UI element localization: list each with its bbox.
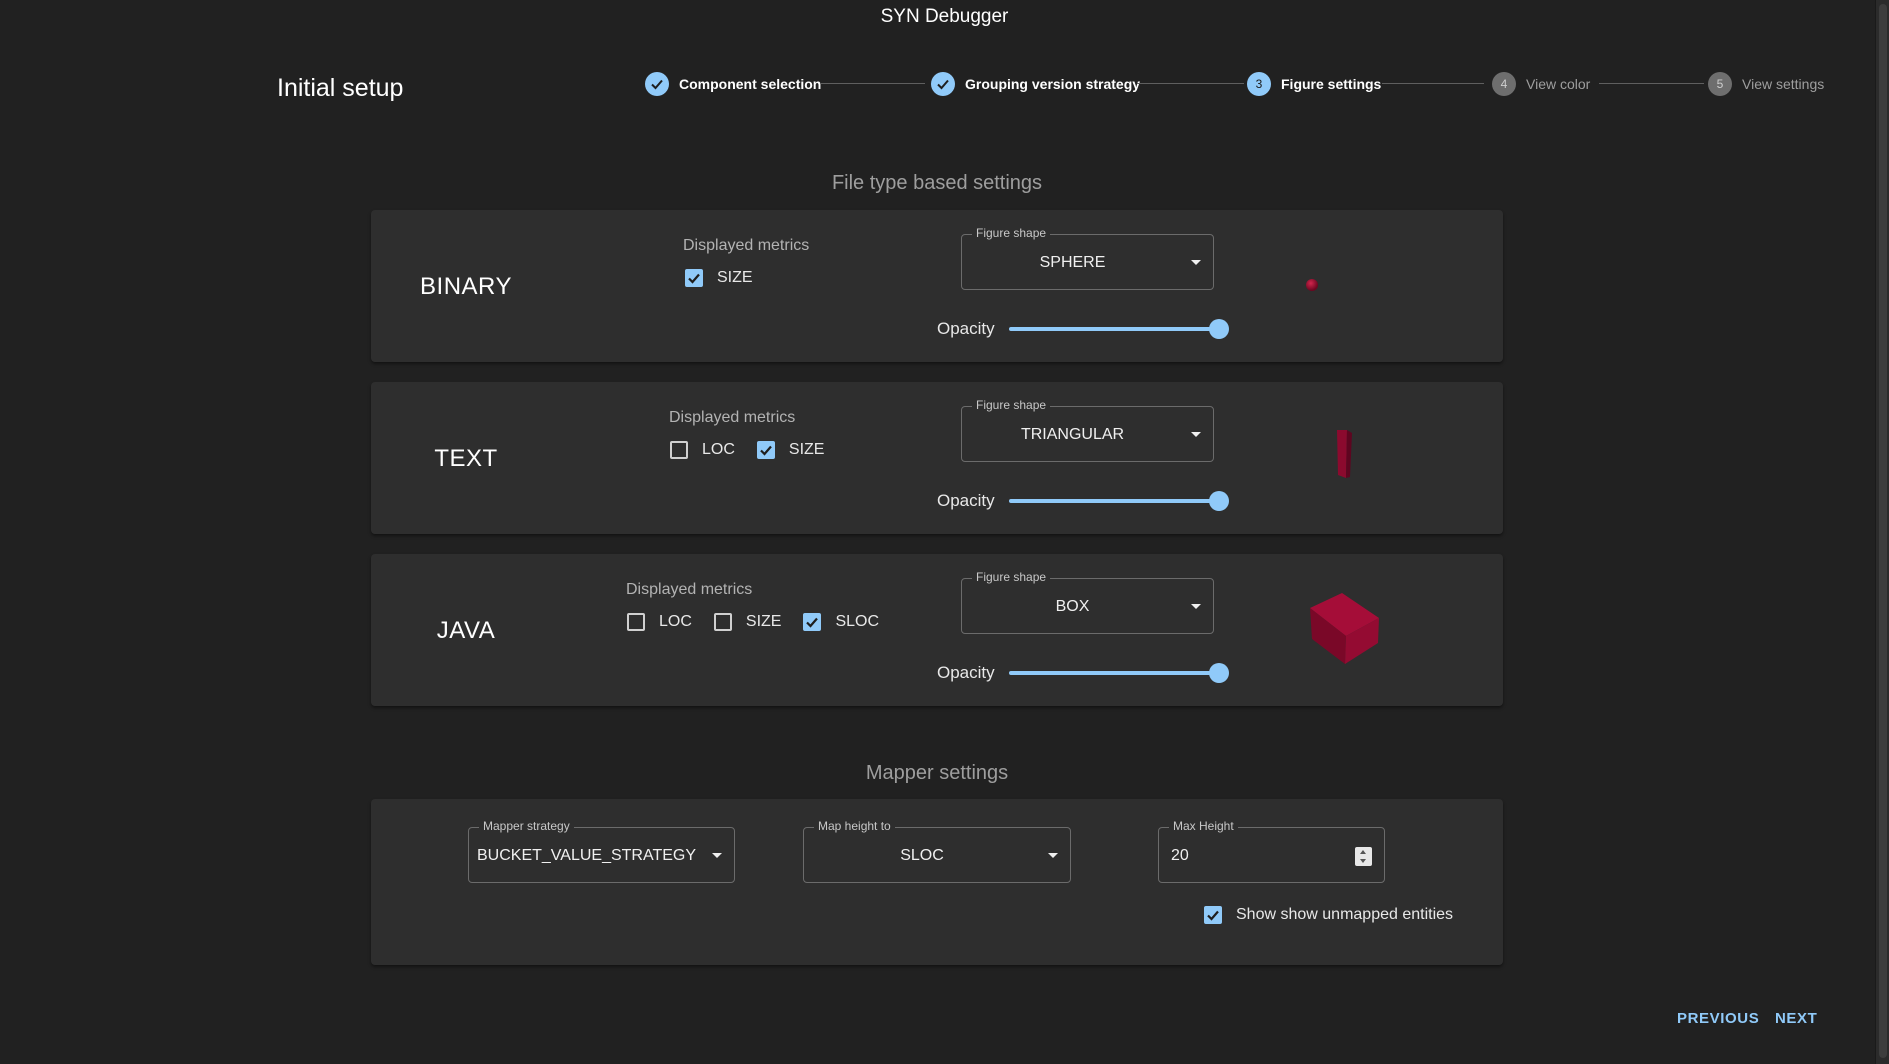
metric-checkbox-loc[interactable]	[670, 441, 688, 459]
step-label: View settings	[1742, 76, 1825, 92]
step-label: View color	[1526, 76, 1591, 92]
step-connector	[1137, 83, 1244, 84]
mapper-strategy-value: BUCKET_VALUE_STRATEGY	[476, 847, 697, 864]
page-title: Initial setup	[277, 74, 404, 102]
metric-checkbox-loc[interactable]	[627, 613, 645, 631]
file-type-card-java: JAVA Displayed metrics LOC SIZE SLOC Fig…	[371, 554, 1503, 706]
metric-checkbox-size[interactable]	[713, 613, 732, 631]
opacity-slider[interactable]	[1009, 319, 1229, 339]
step-connector	[820, 83, 925, 84]
metric-label: SIZE	[788, 441, 825, 458]
opacity-label: Opacity	[937, 319, 995, 338]
dropdown-arrow-icon	[712, 853, 722, 858]
metrics-checkboxes: SIZE	[685, 266, 775, 290]
slider-track	[1009, 499, 1219, 503]
step-grouping-version-strategy[interactable]: Grouping version strategy	[931, 71, 1140, 97]
previous-button[interactable]: PREVIOUS	[1677, 1010, 1759, 1027]
opacity-slider[interactable]	[1009, 663, 1229, 683]
opacity-slider[interactable]	[1009, 491, 1229, 511]
map-height-to-select[interactable]: Map height to SLOC	[803, 819, 1071, 883]
show-unmapped-label: Show show unmapped entities	[1236, 906, 1454, 923]
slider-thumb[interactable]	[1209, 319, 1229, 339]
show-unmapped-checkbox[interactable]	[1204, 906, 1222, 924]
show-unmapped-row: Show show unmapped entities	[1204, 903, 1453, 927]
step-connector	[1599, 83, 1704, 84]
step-figure-settings[interactable]: 3 Figure settings	[1247, 71, 1381, 97]
dropdown-arrow-icon	[1191, 432, 1201, 437]
file-type-name: JAVA	[436, 617, 496, 644]
file-type-name: BINARY	[420, 273, 512, 300]
figure-shape-value: BOX	[1055, 598, 1090, 615]
triangular-figure-preview	[1337, 430, 1352, 478]
figure-shape-select[interactable]: Figure shape TRIANGULAR	[961, 398, 1214, 462]
figure-shape-value: TRIANGULAR	[1020, 426, 1125, 443]
mapper-settings-title: Mapper settings	[865, 762, 1009, 784]
step-component-selection[interactable]: Component selection	[645, 71, 821, 97]
dropdown-arrow-icon	[1048, 853, 1058, 858]
max-height-input[interactable]: Max Height 20	[1158, 819, 1385, 883]
file-type-card-binary: BINARY Displayed metrics SIZE Figure sha…	[371, 210, 1503, 362]
scrollbar[interactable]	[1875, 0, 1889, 1064]
step-label: Component selection	[679, 76, 822, 92]
mapper-strategy-select[interactable]: Mapper strategy BUCKET_VALUE_STRATEGY	[468, 819, 735, 883]
step-connector	[1382, 83, 1484, 84]
sphere-figure-preview	[1306, 279, 1318, 291]
window-title: SYN Debugger	[0, 0, 1889, 33]
opacity-label: Opacity	[937, 491, 995, 510]
box-figure-preview	[1310, 593, 1379, 664]
dropdown-arrow-icon	[1191, 260, 1201, 265]
displayed-metrics-label: Displayed metrics	[626, 581, 753, 598]
metric-checkbox-sloc[interactable]	[803, 613, 822, 631]
file-type-card-text: TEXT Displayed metrics LOC SIZE Figure s…	[371, 382, 1503, 534]
max-height-value: 20	[1171, 847, 1189, 864]
scrollbar-thumb[interactable]	[1879, 4, 1887, 1058]
metric-label: SIZE	[745, 613, 782, 630]
metric-label: LOC	[659, 613, 692, 630]
displayed-metrics-label: Displayed metrics	[669, 409, 796, 426]
step-view-settings[interactable]: 5 View settings	[1708, 71, 1824, 97]
map-height-to-value: SLOC	[900, 847, 944, 864]
mapper-settings-card: Mapper strategy BUCKET_VALUE_STRATEGY Ma…	[371, 799, 1503, 965]
metric-label: SIZE	[717, 269, 753, 286]
step-number-badge: 5	[1708, 72, 1732, 96]
figure-shape-select[interactable]: Figure shape BOX	[961, 570, 1214, 634]
step-label: Figure settings	[1281, 76, 1382, 92]
opacity-label: Opacity	[937, 663, 995, 682]
metric-label: LOC	[702, 441, 735, 458]
slider-track	[1009, 327, 1219, 331]
step-number-badge: 3	[1247, 72, 1271, 96]
metrics-checkboxes: LOC SIZE SLOC	[627, 610, 901, 634]
number-spinner-icon[interactable]	[1355, 847, 1372, 866]
step-label: Grouping version strategy	[965, 76, 1141, 92]
slider-thumb[interactable]	[1209, 663, 1229, 683]
step-view-color[interactable]: 4 View color	[1492, 71, 1590, 97]
displayed-metrics-label: Displayed metrics	[683, 237, 810, 254]
next-button[interactable]: NEXT	[1775, 1010, 1817, 1027]
metric-checkbox-size[interactable]	[756, 441, 775, 459]
dropdown-arrow-icon	[1191, 604, 1201, 609]
stepper: Component selection Grouping version str…	[645, 71, 1830, 97]
check-icon	[645, 72, 669, 96]
figure-shape-select[interactable]: Figure shape SPHERE	[961, 226, 1214, 290]
metric-checkbox-size[interactable]	[685, 269, 703, 287]
check-icon	[931, 72, 955, 96]
metric-label: SLOC	[835, 613, 880, 630]
file-type-name: TEXT	[434, 445, 498, 472]
file-type-settings-title: File type based settings	[831, 172, 1043, 194]
metrics-checkboxes: LOC SIZE	[670, 438, 846, 462]
figure-shape-value: SPHERE	[1039, 254, 1106, 271]
slider-thumb[interactable]	[1209, 491, 1229, 511]
step-number-badge: 4	[1492, 72, 1516, 96]
slider-track	[1009, 671, 1219, 675]
